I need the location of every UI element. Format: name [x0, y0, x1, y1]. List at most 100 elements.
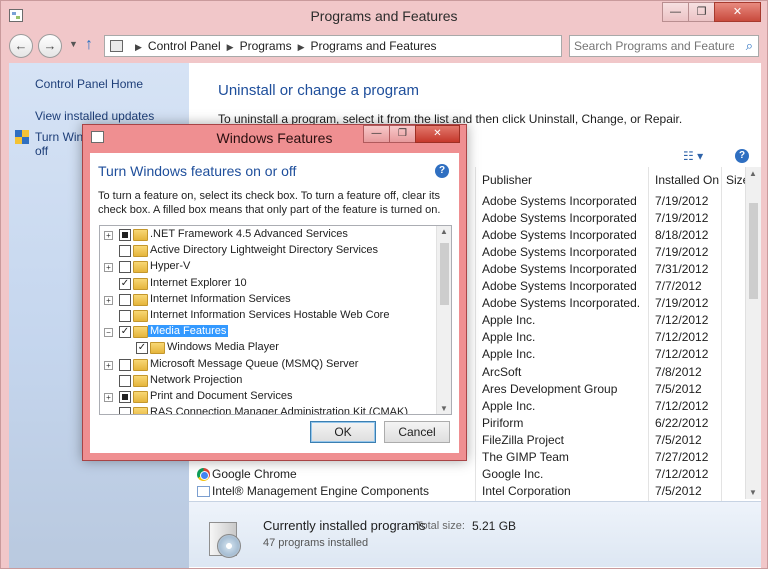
- feature-checkbox[interactable]: [119, 261, 131, 274]
- folder-icon: [133, 391, 148, 403]
- feature-item[interactable]: + Microsoft Message Queue (MSMQ) Server: [100, 357, 436, 373]
- search-input[interactable]: [574, 39, 734, 53]
- dialog-maximize-button[interactable]: ❐: [389, 125, 416, 143]
- feature-label[interactable]: Internet Information Services Hostable W…: [150, 309, 389, 321]
- feature-item[interactable]: − ✓ Media Features: [100, 324, 436, 340]
- feature-checkbox[interactable]: [119, 293, 131, 306]
- features-scrollbar[interactable]: ▲ ▼: [436, 226, 451, 414]
- column-header-installed-on[interactable]: Installed On: [655, 173, 719, 187]
- address-bar[interactable]: ▶ Control Panel ▶ Programs ▶ Programs and Fea…: [104, 35, 655, 57]
- feature-label[interactable]: Internet Information Services: [150, 293, 291, 305]
- scrollbar-thumb[interactable]: [749, 203, 758, 299]
- minimize-button[interactable]: —: [662, 2, 689, 22]
- program-installed-on: 7/5/2012: [655, 483, 702, 498]
- expand-icon[interactable]: +: [104, 231, 113, 240]
- feature-label[interactable]: Print and Document Services: [150, 390, 292, 402]
- search-box[interactable]: ⌕: [569, 35, 759, 57]
- program-publisher: Intel Corporation: [482, 483, 571, 498]
- feature-label[interactable]: Microsoft Message Queue (MSMQ) Server: [150, 358, 358, 370]
- recent-locations-dropdown-icon[interactable]: ▼: [69, 39, 78, 49]
- up-arrow-icon[interactable]: ↑: [85, 36, 93, 54]
- table-row[interactable]: Intel® Management Engine Components Intel…: [189, 483, 749, 500]
- control-panel-home-link[interactable]: Control Panel Home: [35, 77, 143, 91]
- feature-checkbox[interactable]: [119, 374, 131, 387]
- feature-checkbox[interactable]: ✓: [119, 326, 131, 339]
- ok-button[interactable]: OK: [310, 421, 376, 443]
- feature-checkbox[interactable]: ✓: [136, 342, 148, 355]
- program-publisher: Adobe Systems Incorporated.: [482, 296, 641, 311]
- dialog-title-bar[interactable]: Windows Features — ❐ ✕: [83, 125, 466, 151]
- dialog-body: Turn Windows features on or off ? To tur…: [90, 153, 459, 453]
- program-installed-on: 7/7/2012: [655, 279, 702, 294]
- expand-icon[interactable]: +: [104, 295, 113, 305]
- search-icon[interactable]: ⌕: [746, 38, 753, 54]
- maximize-button[interactable]: ❐: [688, 2, 715, 22]
- feature-checkbox[interactable]: [119, 245, 131, 258]
- feature-label[interactable]: .NET Framework 4.5 Advanced Services: [150, 228, 348, 240]
- breadcrumb-separator-icon[interactable]: ▶: [135, 42, 142, 52]
- scroll-down-icon[interactable]: ▼: [440, 404, 448, 413]
- column-header-publisher[interactable]: Publisher: [482, 173, 532, 187]
- feature-item[interactable]: + .NET Framework 4.5 Advanced Services: [100, 227, 436, 243]
- feature-label[interactable]: Network Projection: [150, 374, 242, 386]
- details-pane: Currently installed programs Total size:…: [189, 501, 761, 567]
- folder-icon: [133, 229, 148, 241]
- scroll-up-icon[interactable]: ▲: [749, 169, 757, 178]
- cancel-button[interactable]: Cancel: [384, 421, 450, 443]
- dialog-minimize-button[interactable]: —: [363, 125, 390, 143]
- close-button[interactable]: ✕: [714, 2, 761, 22]
- program-installed-on: 7/12/2012: [655, 347, 709, 362]
- help-icon[interactable]: ?: [735, 149, 749, 163]
- feature-checkbox[interactable]: [119, 391, 131, 403]
- expand-icon[interactable]: +: [104, 393, 113, 402]
- feature-item[interactable]: Internet Information Services Hostable W…: [100, 308, 436, 324]
- feature-item[interactable]: ✓ Internet Explorer 10: [100, 276, 436, 292]
- feature-checkbox[interactable]: ✓: [119, 277, 131, 290]
- dialog-description: To turn a feature on, select its check b…: [98, 190, 441, 216]
- scroll-up-icon[interactable]: ▲: [440, 227, 448, 236]
- forward-button[interactable]: →: [38, 34, 62, 58]
- feature-item[interactable]: ✓ Windows Media Player: [100, 340, 436, 356]
- folder-icon: [150, 342, 165, 355]
- scroll-down-icon[interactable]: ▼: [749, 488, 757, 497]
- feature-label[interactable]: Hyper-V: [150, 260, 190, 272]
- feature-checkbox[interactable]: [119, 310, 131, 322]
- programs-count: 47 programs installed: [263, 537, 369, 549]
- view-options-icon[interactable]: ☷ ▾: [683, 149, 703, 163]
- vertical-scrollbar[interactable]: ▲ ▼: [745, 167, 761, 499]
- feature-checkbox[interactable]: [119, 407, 131, 414]
- feature-label[interactable]: Active Directory Lightweight Directory S…: [150, 244, 378, 256]
- collapse-icon[interactable]: −: [104, 328, 113, 338]
- feature-item[interactable]: Active Directory Lightweight Directory S…: [100, 243, 436, 259]
- program-name: Intel® Management Engine Components: [212, 483, 429, 498]
- dialog-close-button[interactable]: ✕: [415, 125, 460, 143]
- breadcrumb-programs[interactable]: Programs: [240, 39, 292, 53]
- help-icon[interactable]: ?: [435, 164, 449, 178]
- expand-icon[interactable]: +: [104, 360, 113, 370]
- back-button[interactable]: ←: [9, 34, 33, 58]
- turn-windows-features-link-line2[interactable]: off: [35, 144, 48, 158]
- feature-label[interactable]: Internet Explorer 10: [150, 277, 247, 289]
- feature-label[interactable]: Media Features: [148, 325, 229, 338]
- title-bar[interactable]: Programs and Features — ❐ ✕: [1, 1, 767, 31]
- breadcrumb-separator-icon[interactable]: ▶: [298, 42, 305, 52]
- view-installed-updates-link[interactable]: View installed updates: [35, 109, 154, 123]
- feature-label[interactable]: RAS Connection Manager Administration Ki…: [150, 406, 408, 414]
- feature-checkbox[interactable]: [119, 229, 131, 241]
- expand-icon[interactable]: +: [104, 263, 113, 273]
- feature-item[interactable]: + Hyper-V: [100, 259, 436, 275]
- scrollbar-thumb[interactable]: [440, 243, 449, 305]
- program-installed-on: 7/12/2012: [655, 398, 709, 413]
- program-publisher: Apple Inc.: [482, 313, 536, 328]
- feature-item[interactable]: Network Projection: [100, 373, 436, 389]
- breadcrumb-separator-icon[interactable]: ▶: [227, 42, 234, 52]
- breadcrumb-programs-and-features[interactable]: Programs and Features: [311, 39, 437, 53]
- feature-item[interactable]: + Print and Document Services: [100, 389, 436, 405]
- feature-item[interactable]: + Internet Information Services: [100, 292, 436, 308]
- navigation-bar: ← → ▼ ↑ ▶ Control Panel ▶ Programs ▶ Programs…: [9, 33, 761, 59]
- table-row[interactable]: Google Chrome Google Inc. 7/12/2012: [189, 466, 749, 483]
- feature-label[interactable]: Windows Media Player: [167, 341, 279, 353]
- feature-item[interactable]: RAS Connection Manager Administration Ki…: [100, 405, 436, 414]
- feature-checkbox[interactable]: [119, 358, 131, 371]
- breadcrumb-control-panel[interactable]: Control Panel: [148, 39, 221, 53]
